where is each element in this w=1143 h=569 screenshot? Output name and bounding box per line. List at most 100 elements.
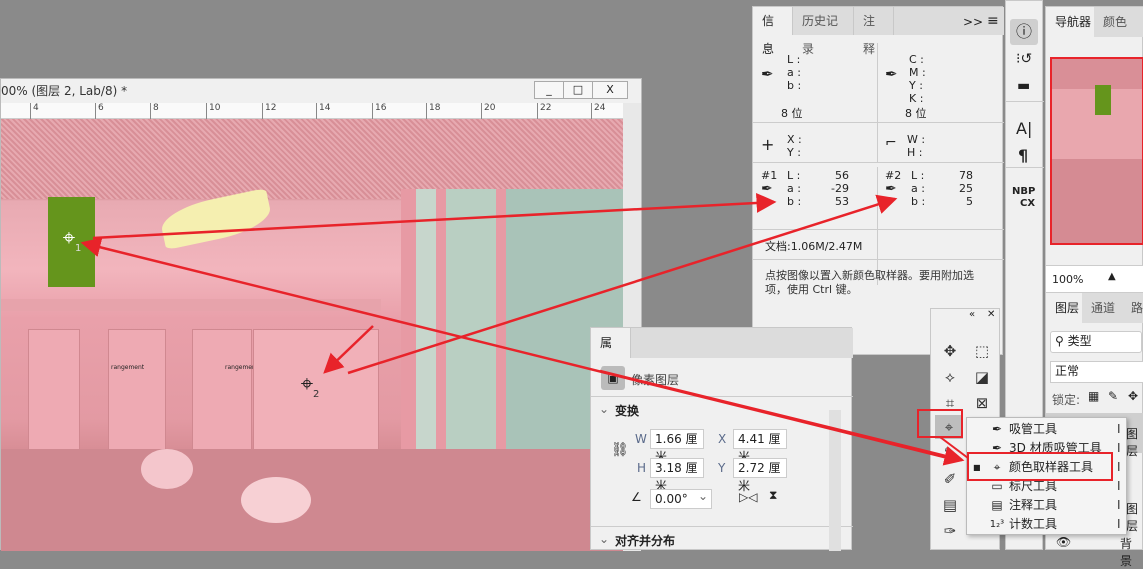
maximize-button[interactable]: □ bbox=[563, 81, 593, 99]
history-brush-tool-icon[interactable]: ✐ bbox=[937, 467, 963, 491]
chevron-down-icon[interactable]: ⌄ bbox=[599, 532, 609, 546]
layer-name[interactable]: 图层 bbox=[1126, 425, 1142, 459]
lab-l-label: L : bbox=[787, 169, 801, 182]
marquee-tool-icon[interactable]: ⬚ bbox=[969, 339, 995, 363]
search-icon: ⚲ bbox=[1055, 334, 1068, 348]
info-icon[interactable]: ⓘ bbox=[1010, 19, 1038, 45]
eye-icon[interactable]: 👁 bbox=[1056, 535, 1071, 549]
menu-item-ruler[interactable]: ▭ 标尺工具 I bbox=[967, 477, 1127, 496]
cmyk-m-label: M : bbox=[909, 66, 926, 79]
transform-section-title[interactable]: 变换 bbox=[615, 402, 639, 419]
lab-a-label: a : bbox=[787, 182, 801, 195]
menu-item-color-sampler[interactable]: ■ ⌖ 颜色取样器工具 I bbox=[967, 458, 1127, 477]
properties-scrollbar[interactable] bbox=[829, 410, 841, 551]
menu-item-label: 吸管工具 bbox=[1009, 422, 1058, 436]
object-select-tool-icon[interactable]: ◪ bbox=[969, 365, 995, 389]
brush-tool-icon[interactable]: ✎ bbox=[937, 441, 963, 465]
flip-vertical-icon[interactable]: ⧗ bbox=[769, 488, 777, 503]
glyphs-icon[interactable]: NBP bbox=[1012, 186, 1035, 197]
height-label: H bbox=[637, 461, 647, 475]
lab-b-label: b : bbox=[787, 79, 802, 92]
tab-swatches[interactable]: 色 bbox=[1134, 7, 1143, 37]
flip-horizontal-icon[interactable]: ▷◁ bbox=[739, 490, 757, 504]
glyphs-icon-sub: CX bbox=[1020, 198, 1036, 209]
sampler-2-label: 2 bbox=[313, 389, 320, 400]
x-field[interactable]: 4.41 厘米 bbox=[733, 429, 787, 464]
layer-name[interactable]: 背景 bbox=[1120, 535, 1142, 569]
door-sign: rangement bbox=[111, 364, 145, 371]
link-icon[interactable]: ⛓ bbox=[611, 442, 629, 458]
menu-item-eyedropper[interactable]: ✒ 吸管工具 I bbox=[967, 420, 1127, 439]
sampler-1-l-value: 56 bbox=[835, 169, 849, 182]
angle-icon: ∠ bbox=[631, 490, 642, 504]
pouf bbox=[241, 477, 311, 523]
tab-channels[interactable]: 通道 bbox=[1082, 293, 1126, 323]
lab-l-label: L : bbox=[911, 169, 925, 182]
close-button[interactable]: X bbox=[592, 81, 628, 99]
width-field[interactable]: 1.66 厘米 bbox=[650, 429, 704, 464]
blend-mode-select[interactable]: 正常 bbox=[1050, 361, 1143, 383]
align-section-title[interactable]: 对齐并分布 bbox=[615, 532, 675, 549]
eyedropper-icon: ✒ bbox=[885, 181, 897, 197]
menu-item-3d-material-eyedropper[interactable]: ✒ 3D 材质吸管工具 I bbox=[967, 439, 1127, 458]
gradient-tool-icon[interactable]: ▤ bbox=[937, 493, 963, 517]
navigator-preview[interactable] bbox=[1050, 57, 1143, 245]
ruler-tick: 4 bbox=[30, 103, 39, 119]
move-tool-icon[interactable]: ✥ bbox=[937, 339, 963, 363]
menu-item-label: 注释工具 bbox=[1009, 498, 1058, 512]
bit-depth: 8 位 bbox=[781, 107, 803, 120]
layer-filter-select[interactable]: ⚲ 类型 bbox=[1050, 331, 1142, 353]
tab-history[interactable]: 历史记录 bbox=[793, 7, 854, 56]
panel-menu-icon[interactable]: ≡ bbox=[987, 13, 999, 29]
minimize-button[interactable]: _ bbox=[534, 81, 564, 99]
ruler-tick: 16 bbox=[372, 103, 386, 119]
close-icon[interactable]: ✕ bbox=[987, 309, 995, 320]
eyedropper-icon: ✒ bbox=[761, 181, 773, 197]
comment-icon[interactable]: ▬ bbox=[1017, 78, 1030, 94]
sampler-2-b-value: 5 bbox=[966, 195, 973, 208]
character-icon[interactable]: A| bbox=[1016, 119, 1032, 138]
tab-notes[interactable]: 注释 bbox=[854, 7, 894, 56]
menu-item-count[interactable]: 1₂³ 计数工具 I bbox=[967, 515, 1127, 534]
crosshair-icon[interactable]: + bbox=[761, 135, 774, 154]
note-icon: ▤ bbox=[991, 498, 1003, 512]
y-field[interactable]: 2.72 厘米 bbox=[733, 458, 787, 493]
lock-transparency-icon[interactable]: ▦ bbox=[1088, 389, 1099, 403]
lock-paint-icon[interactable]: ✎ bbox=[1108, 389, 1118, 403]
floor bbox=[1, 449, 623, 551]
chevron-down-icon[interactable]: ⌄ bbox=[698, 489, 708, 503]
tab-paths[interactable]: 路 bbox=[1122, 293, 1143, 323]
history-icon[interactable]: ⁝↺ bbox=[1016, 51, 1032, 67]
lasso-tool-icon[interactable]: ⟡ bbox=[937, 365, 963, 389]
tab-properties[interactable]: 属性 bbox=[591, 328, 631, 380]
height-field[interactable]: 3.18 厘米 bbox=[650, 458, 704, 493]
image-canvas[interactable]: rangement rangement ⌖ 1 ⌖ 2 bbox=[1, 119, 623, 551]
chevron-down-icon[interactable]: ⌄ bbox=[599, 402, 609, 416]
shortcut: I bbox=[1117, 479, 1121, 493]
tab-navigator[interactable]: 导航器 bbox=[1046, 7, 1102, 37]
frame-tool-icon[interactable]: ⊠ bbox=[969, 391, 995, 415]
color-sampler-tool-icon[interactable]: ⌖ bbox=[935, 415, 963, 439]
menu-item-note[interactable]: ▤ 注释工具 I bbox=[967, 496, 1127, 515]
menu-item-label: 计数工具 bbox=[1009, 517, 1058, 531]
collapse-icon[interactable]: « bbox=[969, 309, 975, 320]
eyedropper-icon[interactable]: ✒ bbox=[885, 65, 898, 83]
pen-tool-icon[interactable]: ✑ bbox=[937, 519, 963, 543]
tab-color[interactable]: 颜色 bbox=[1094, 7, 1138, 37]
ruler-tick: 8 bbox=[150, 103, 159, 119]
y-label: Y : bbox=[787, 146, 801, 159]
menu-item-label: 标尺工具 bbox=[1009, 479, 1058, 493]
paragraph-icon[interactable]: ¶ bbox=[1018, 146, 1028, 165]
sampler-1-label: 1 bbox=[75, 243, 82, 254]
expand-icon[interactable]: >> bbox=[963, 15, 983, 29]
zoom-out-icon[interactable]: ▲ bbox=[1108, 271, 1116, 282]
crop-tool-icon[interactable]: ⌗ bbox=[937, 391, 963, 415]
eyedropper-icon[interactable]: ✒ bbox=[761, 65, 774, 83]
document-size: 文档:1.06M/2.47M bbox=[765, 240, 863, 253]
layer-type-label: 像素图层 bbox=[631, 373, 680, 387]
tab-info[interactable]: 信息 bbox=[753, 7, 793, 56]
zoom-field[interactable]: 100% bbox=[1052, 273, 1083, 286]
lock-move-icon[interactable]: ✥ bbox=[1128, 389, 1138, 403]
wall-ledge bbox=[1, 299, 381, 311]
layer-name[interactable]: 图层 bbox=[1126, 500, 1142, 534]
